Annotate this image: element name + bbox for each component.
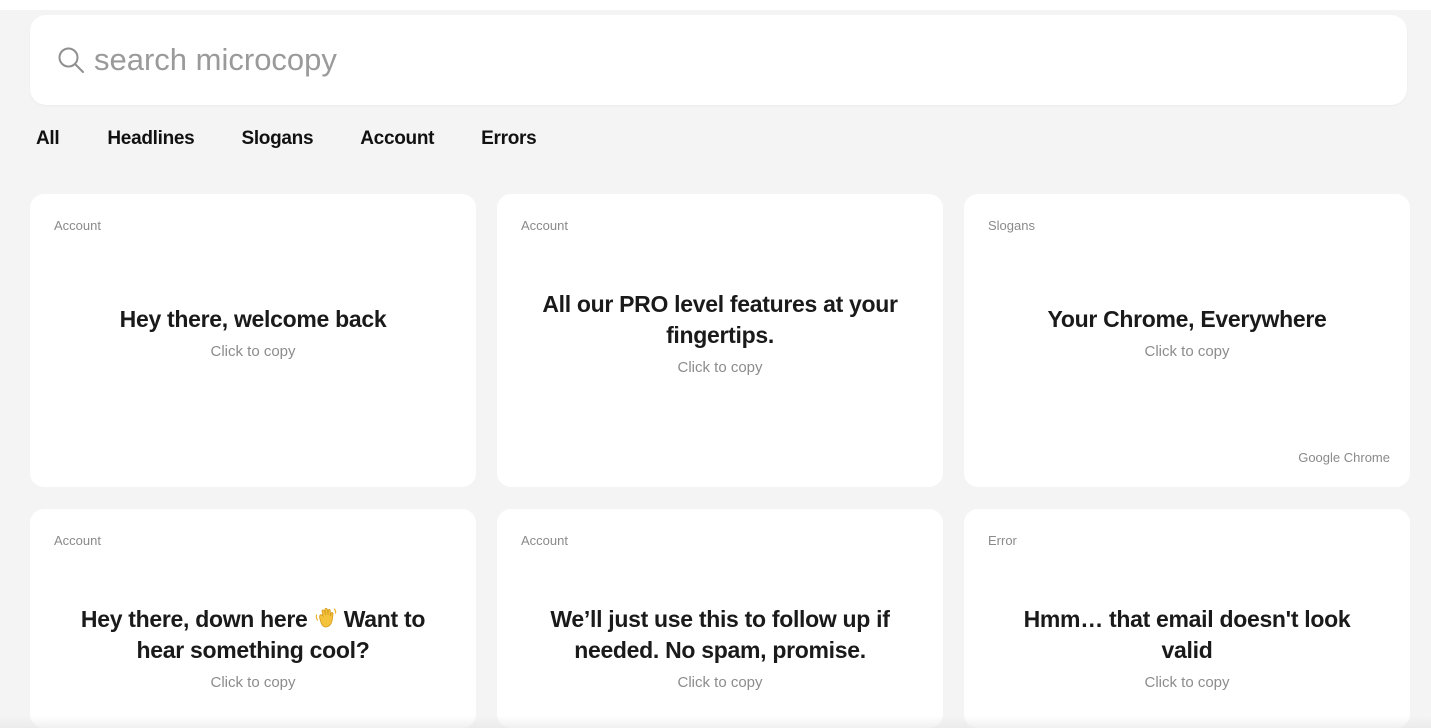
- microcopy-card[interactable]: Error Hmm… that email doesn't look valid…: [964, 509, 1410, 728]
- waving-hand-icon: [314, 606, 338, 630]
- tab-errors[interactable]: Errors: [481, 128, 537, 150]
- search-bar[interactable]: [30, 15, 1407, 105]
- microcopy-card[interactable]: Account We’ll just use this to follow up…: [497, 509, 943, 728]
- card-category: Account: [54, 533, 101, 548]
- tab-account[interactable]: Account: [360, 128, 434, 150]
- click-to-copy-label: Click to copy: [1144, 343, 1230, 360]
- card-category: Error: [988, 533, 1017, 548]
- card-body: Hmm… that email doesn't look valid Click…: [1004, 604, 1370, 691]
- microcopy-card[interactable]: Account Hey there, down here Want to hea…: [30, 509, 476, 728]
- card-headline: We’ll just use this to follow up if need…: [550, 606, 890, 663]
- card-category: Account: [521, 218, 568, 233]
- click-to-copy-label: Click to copy: [677, 359, 763, 376]
- card-headline: Hey there, down here Want to hear someth…: [70, 604, 436, 666]
- microcopy-card[interactable]: Account All our PRO level features at yo…: [497, 194, 943, 487]
- search-input[interactable]: [94, 42, 1294, 78]
- card-body: Your Chrome, Everywhere Click to copy: [1004, 304, 1370, 360]
- search-icon: [56, 45, 86, 75]
- click-to-copy-label: Click to copy: [677, 674, 763, 691]
- microcopy-card[interactable]: Account Hey there, welcome back Click to…: [30, 194, 476, 487]
- click-to-copy-label: Click to copy: [210, 674, 296, 691]
- microcopy-card[interactable]: Slogans Your Chrome, Everywhere Click to…: [964, 194, 1410, 487]
- card-headline: Your Chrome, Everywhere: [1047, 306, 1327, 332]
- category-tabs: All Headlines Slogans Account Errors: [36, 124, 537, 154]
- card-body: Hey there, welcome back Click to copy: [70, 304, 436, 360]
- tab-headlines[interactable]: Headlines: [107, 128, 194, 150]
- card-headline-part: Hey there, down here: [80, 606, 308, 632]
- card-headline: Hmm… that email doesn't look valid: [1023, 606, 1351, 663]
- card-source: Google Chrome: [1298, 450, 1390, 465]
- tab-slogans[interactable]: Slogans: [241, 128, 313, 150]
- card-body: Hey there, down here Want to hear someth…: [70, 604, 436, 691]
- card-headline: All our PRO level features at your finge…: [542, 291, 898, 348]
- card-category: Account: [54, 218, 101, 233]
- click-to-copy-label: Click to copy: [210, 343, 296, 360]
- card-body: All our PRO level features at your finge…: [537, 289, 903, 376]
- tab-all[interactable]: All: [36, 128, 60, 150]
- card-category: Account: [521, 533, 568, 548]
- card-headline: Hey there, welcome back: [119, 306, 387, 332]
- click-to-copy-label: Click to copy: [1144, 674, 1230, 691]
- card-category: Slogans: [988, 218, 1035, 233]
- card-body: We’ll just use this to follow up if need…: [537, 604, 903, 691]
- top-strip: [0, 0, 1431, 10]
